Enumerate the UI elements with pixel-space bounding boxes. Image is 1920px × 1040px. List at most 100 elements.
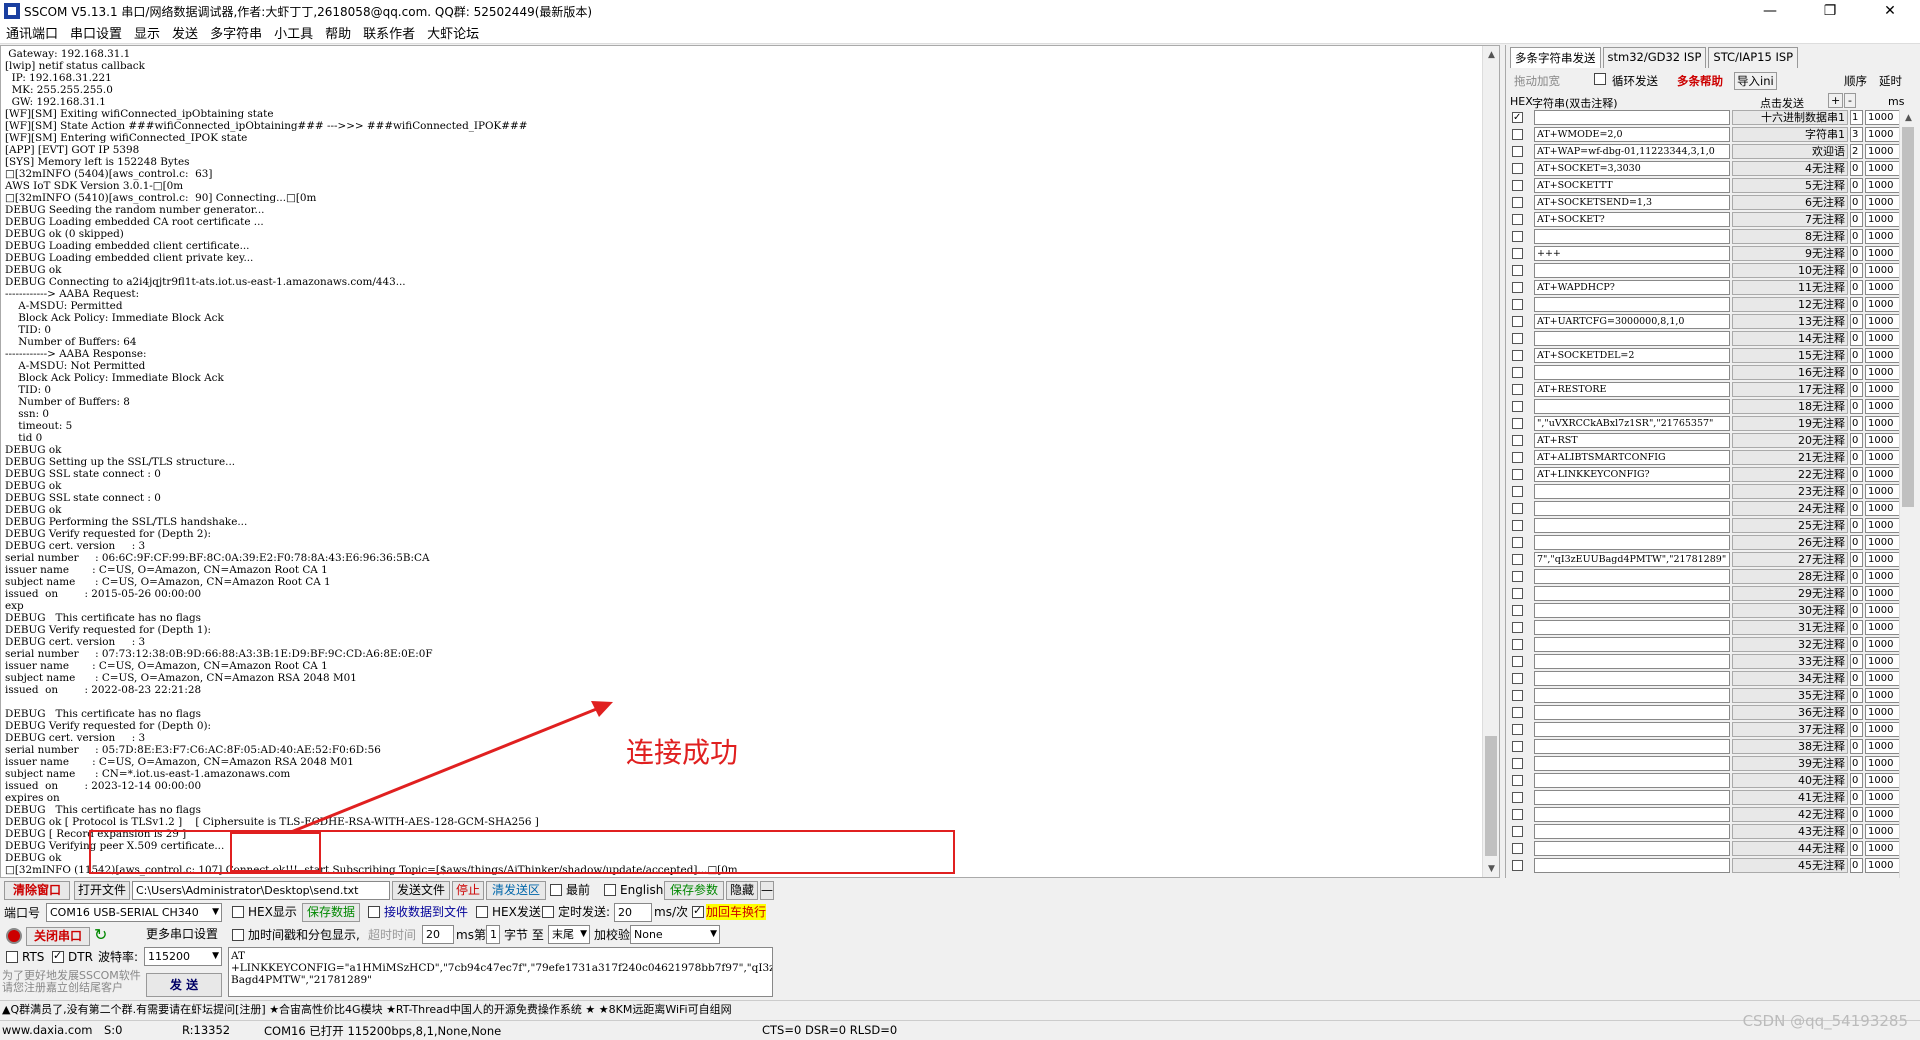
row-hex-checkbox[interactable] [1512,503,1523,514]
row-command-input[interactable] [1534,586,1730,601]
row-order-input[interactable]: 0 [1850,569,1863,584]
row-hex-checkbox[interactable] [1512,860,1523,871]
row-delay-input[interactable]: 1000 [1865,229,1901,244]
row-order-input[interactable]: 0 [1850,229,1863,244]
row-delay-input[interactable]: 1000 [1865,518,1901,533]
hide-button[interactable]: 隐藏 [726,881,758,900]
row-hex-checkbox[interactable] [1512,605,1523,616]
row-send-button[interactable]: 14无注释 [1732,331,1848,346]
row-send-button[interactable]: 40无注释 [1732,773,1848,788]
row-hex-checkbox[interactable] [1512,673,1523,684]
row-command-input[interactable]: ","uVXRCCkABxl7z1SR","21765357" [1534,416,1730,431]
scroll-up-icon[interactable]: ▲ [1900,109,1917,126]
clear-window-button[interactable]: 清除窗口 [4,881,70,900]
row-hex-checkbox[interactable] [1512,248,1523,259]
row-hex-checkbox[interactable] [1512,656,1523,667]
row-hex-checkbox[interactable] [1512,622,1523,633]
row-order-input[interactable]: 0 [1850,416,1863,431]
row-delay-input[interactable]: 1000 [1865,858,1901,873]
row-send-button[interactable]: 38无注释 [1732,739,1848,754]
row-command-input[interactable]: AT+UARTCFG=3000000,8,1,0 [1534,314,1730,329]
row-send-button[interactable]: 37无注释 [1732,722,1848,737]
row-hex-checkbox[interactable] [1512,180,1523,191]
menu-forum[interactable]: 大虾论坛 [421,23,485,42]
menu-tools[interactable]: 小工具 [268,23,319,42]
row-send-button[interactable]: 6无注释 [1732,195,1848,210]
menu-send[interactable]: 发送 [166,23,204,42]
tab-stm32-isp[interactable]: stm32/GD32 ISP [1602,47,1707,68]
row-hex-checkbox[interactable] [1512,571,1523,582]
row-send-button[interactable]: 11无注释 [1732,280,1848,295]
row-order-input[interactable]: 0 [1850,365,1863,380]
row-send-button[interactable]: 35无注释 [1732,688,1848,703]
row-delay-input[interactable]: 1000 [1865,790,1901,805]
row-order-input[interactable]: 0 [1850,195,1863,210]
row-delay-input[interactable]: 1000 [1865,569,1901,584]
row-delay-input[interactable]: 1000 [1865,263,1901,278]
row-hex-checkbox[interactable] [1512,401,1523,412]
row-hex-checkbox[interactable] [1512,843,1523,854]
row-hex-checkbox[interactable]: ✓ [1512,112,1523,123]
row-send-button[interactable]: 18无注释 [1732,399,1848,414]
row-hex-checkbox[interactable] [1512,316,1523,327]
recv-to-file-checkbox[interactable] [368,906,380,918]
row-send-button[interactable]: 5无注释 [1732,178,1848,193]
tab-multi-string[interactable]: 多条字符串发送 [1510,47,1601,68]
english-checkbox[interactable] [604,884,616,896]
row-order-input[interactable]: 0 [1850,637,1863,652]
row-delay-input[interactable]: 1000 [1865,688,1901,703]
row-command-input[interactable] [1534,110,1730,125]
row-delay-input[interactable]: 1000 [1865,637,1901,652]
row-hex-checkbox[interactable] [1512,146,1523,157]
row-delay-input[interactable]: 1000 [1865,161,1901,176]
maximize-button[interactable]: ❐ [1800,0,1860,22]
row-command-input[interactable]: AT+RESTORE [1534,382,1730,397]
row-order-input[interactable]: 0 [1850,382,1863,397]
row-send-button[interactable]: 39无注释 [1732,756,1848,771]
row-order-input[interactable]: 0 [1850,518,1863,533]
row-delay-input[interactable]: 1000 [1865,620,1901,635]
row-order-input[interactable]: 0 [1850,501,1863,516]
row-send-button[interactable]: 16无注释 [1732,365,1848,380]
row-order-input[interactable]: 0 [1850,858,1863,873]
byte-start-input[interactable]: 1 [486,925,500,944]
row-send-button[interactable]: 4无注释 [1732,161,1848,176]
row-command-input[interactable] [1534,518,1730,533]
row-send-button[interactable]: 13无注释 [1732,314,1848,329]
row-command-input[interactable] [1534,603,1730,618]
row-delay-input[interactable]: 1000 [1865,671,1901,686]
row-order-input[interactable]: 0 [1850,467,1863,482]
row-send-button[interactable]: 15无注释 [1732,348,1848,363]
row-order-input[interactable]: 0 [1850,705,1863,720]
row-order-input[interactable]: 0 [1850,450,1863,465]
row-send-button[interactable]: 21无注释 [1732,450,1848,465]
row-hex-checkbox[interactable] [1512,129,1523,140]
row-command-input[interactable] [1534,331,1730,346]
row-delay-input[interactable]: 1000 [1865,450,1901,465]
row-send-button[interactable]: 22无注释 [1732,467,1848,482]
row-send-button[interactable]: 字符串1 [1732,127,1848,142]
row-command-input[interactable]: 7","qI3zEUUBagd4PMTW","21781289" [1534,552,1730,567]
save-data-button[interactable]: 保存数据 [302,903,360,922]
row-order-input[interactable]: 0 [1850,297,1863,312]
row-command-input[interactable] [1534,824,1730,839]
row-delay-input[interactable]: 1000 [1865,212,1901,227]
row-delay-input[interactable]: 1000 [1865,484,1901,499]
row-send-button[interactable]: 28无注释 [1732,569,1848,584]
row-delay-input[interactable]: 1000 [1865,348,1901,363]
row-send-button[interactable]: 34无注释 [1732,671,1848,686]
row-order-input[interactable]: 0 [1850,807,1863,822]
row-delay-input[interactable]: 1000 [1865,110,1901,125]
row-send-button[interactable]: 44无注释 [1732,841,1848,856]
row-order-input[interactable]: 0 [1850,688,1863,703]
menu-help[interactable]: 帮助 [319,23,357,42]
row-command-input[interactable] [1534,654,1730,669]
row-delay-input[interactable]: 1000 [1865,603,1901,618]
row-order-input[interactable]: 0 [1850,671,1863,686]
row-send-button[interactable]: 36无注释 [1732,705,1848,720]
status-site[interactable]: www.daxia.com [2,1023,92,1037]
send-button[interactable]: 发 送 [146,973,222,997]
row-send-button[interactable]: 8无注释 [1732,229,1848,244]
row-order-input[interactable]: 3 [1850,127,1863,142]
row-send-button[interactable]: 7无注释 [1732,212,1848,227]
